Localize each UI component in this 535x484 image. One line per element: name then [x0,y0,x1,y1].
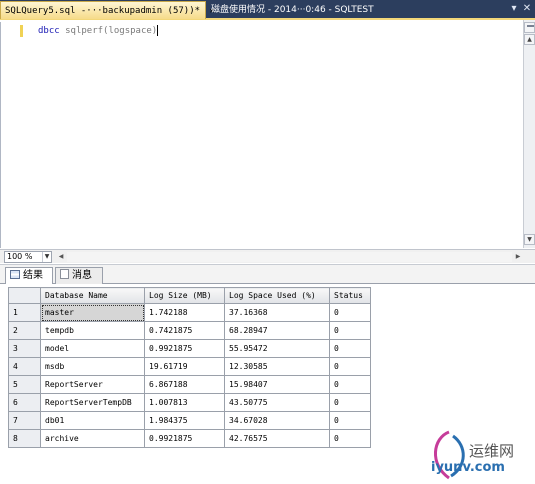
results-pane: Database Name Log Size (MB) Log Space Us… [0,285,535,484]
watermark-cn-text: 运维网 [469,442,515,460]
results-grid: Database Name Log Size (MB) Log Space Us… [8,287,371,448]
split-view-icon[interactable] [524,22,535,33]
table-row: 5 ReportServer 6.867188 15.98407 0 [8,375,371,394]
code-keyword: dbcc [38,26,60,36]
row-number[interactable]: 6 [8,393,41,412]
cell-log-space-used[interactable]: 42.76575 [224,429,330,448]
zoom-value: 100 % [7,252,33,261]
cell-database-name[interactable]: model [40,339,145,358]
cell-log-space-used[interactable]: 15.98407 [224,375,330,394]
scroll-right-icon[interactable]: ▶ [513,252,523,262]
close-window-icon[interactable]: ✕ [521,3,533,15]
column-header-status[interactable]: Status [329,287,371,304]
cell-database-name[interactable]: db01 [40,411,145,430]
cell-log-size[interactable]: 0.9921875 [144,429,225,448]
table-row: 7 db01 1.984375 34.67028 0 [8,411,371,430]
tab-results-label: 结果 [23,270,43,281]
editor-vertical-scrollbar[interactable]: ▲ ▼ [523,20,535,248]
chevron-down-icon[interactable]: ▼ [42,252,51,262]
grid-corner-cell[interactable] [8,287,41,304]
cell-log-space-used[interactable]: 37.16368 [224,303,330,322]
column-header-log-size[interactable]: Log Size (MB) [144,287,225,304]
zoom-bar: 100 % ▼ ◀ ▶ [0,249,535,263]
cell-database-name[interactable]: ReportServer [40,375,145,394]
grid-header-row: Database Name Log Size (MB) Log Space Us… [8,287,371,304]
cell-log-size[interactable]: 19.61719 [144,357,225,376]
tab-messages[interactable]: 消息 [55,267,103,284]
cell-status[interactable]: 0 [329,429,371,448]
editor-horizontal-scrollbar[interactable] [67,252,512,262]
document-tab-strip: SQLQuery5.sql -···backupadmin (57))* ✕ 磁… [0,0,535,20]
cell-database-name[interactable]: tempdb [40,321,145,340]
message-icon [60,269,69,279]
cell-status[interactable]: 0 [329,303,371,322]
zoom-select[interactable]: 100 % ▼ [4,251,52,263]
row-number[interactable]: 2 [8,321,41,340]
cell-log-size[interactable]: 1.984375 [144,411,225,430]
cell-log-space-used[interactable]: 43.50775 [224,393,330,412]
cell-log-space-used[interactable]: 68.28947 [224,321,330,340]
row-number[interactable]: 3 [8,339,41,358]
cell-status[interactable]: 0 [329,321,371,340]
cell-log-space-used[interactable]: 12.30585 [224,357,330,376]
cell-status[interactable]: 0 [329,339,371,358]
tab-sqlquery5[interactable]: SQLQuery5.sql -···backupadmin (57))* ✕ [0,1,214,19]
table-row: 6 ReportServerTempDB 1.007813 43.50775 0 [8,393,371,412]
tab-results[interactable]: 结果 [5,267,53,284]
table-row: 2 tempdb 0.7421875 68.28947 0 [8,321,371,340]
table-row: 8 archive 0.9921875 42.76575 0 [8,429,371,448]
scroll-down-icon[interactable]: ▼ [524,234,535,245]
cell-log-space-used[interactable]: 34.67028 [224,411,330,430]
scroll-up-icon[interactable]: ▲ [524,34,535,45]
watermark-en-text: iyunv.com [431,460,505,475]
table-row: 4 msdb 19.61719 12.30585 0 [8,357,371,376]
cell-database-name[interactable]: archive [40,429,145,448]
cell-database-name[interactable]: msdb [40,357,145,376]
tab-messages-label: 消息 [72,270,92,281]
cell-database-name[interactable]: master [40,303,145,322]
cell-log-size[interactable]: 1.742188 [144,303,225,322]
cell-status[interactable]: 0 [329,411,371,430]
cell-status[interactable]: 0 [329,375,371,394]
row-number[interactable]: 4 [8,357,41,376]
cell-status[interactable]: 0 [329,393,371,412]
table-row: 1 master 1.742188 37.16368 0 [8,303,371,322]
column-header-database-name[interactable]: Database Name [40,287,145,304]
changed-line-marker [20,25,23,37]
cell-log-size[interactable]: 6.867188 [144,375,225,394]
cell-status[interactable]: 0 [329,357,371,376]
site-watermark: 运维网 iyunv.com [427,428,531,482]
cell-log-size[interactable]: 1.007813 [144,393,225,412]
cell-database-name[interactable]: ReportServerTempDB [40,393,145,412]
code-line-1[interactable]: dbcc sqlperf(logspace) [38,25,159,36]
scroll-left-icon[interactable]: ◀ [56,252,66,262]
grid-icon [10,270,20,279]
cell-log-size[interactable]: 0.7421875 [144,321,225,340]
text-caret [157,25,159,36]
row-number[interactable]: 1 [8,303,41,322]
column-header-log-space-used[interactable]: Log Space Used (%) [224,287,330,304]
cell-log-size[interactable]: 0.9921875 [144,339,225,358]
sql-editor[interactable]: dbcc sqlperf(logspace) [0,22,523,248]
row-number[interactable]: 7 [8,411,41,430]
tab-sqlquery5-label: SQLQuery5.sql -···backupadmin (57))* [5,6,201,16]
row-number[interactable]: 5 [8,375,41,394]
results-tab-strip: 结果 消息 [0,264,535,284]
code-command: sqlperf(logspace) [65,26,158,36]
tab-disk-usage-label: 磁盘使用情况 - 2014···0:46 - SQLTEST [211,5,374,15]
row-number[interactable]: 8 [8,429,41,448]
tab-dropdown-icon[interactable]: ▾ [508,3,520,15]
tab-disk-usage-report[interactable]: 磁盘使用情况 - 2014···0:46 - SQLTEST [207,1,467,19]
table-row: 3 model 0.9921875 55.95472 0 [8,339,371,358]
cell-log-space-used[interactable]: 55.95472 [224,339,330,358]
